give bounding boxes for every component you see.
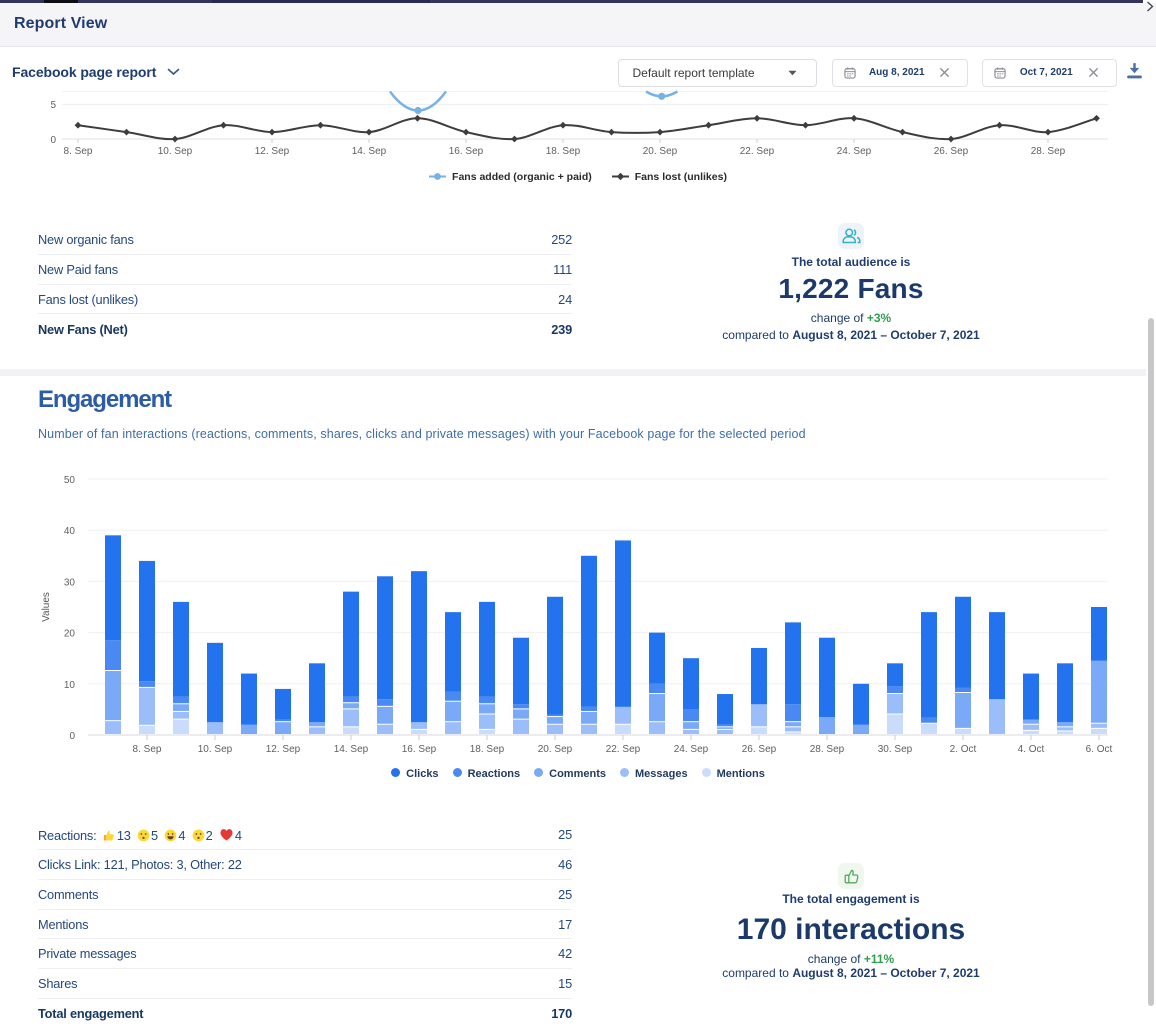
- svg-text:Values: Values: [41, 592, 52, 622]
- svg-text:28. Sep: 28. Sep: [1031, 146, 1066, 157]
- svg-text:24. Sep: 24. Sep: [837, 146, 872, 157]
- svg-text:20: 20: [64, 629, 76, 640]
- svg-text:30: 30: [64, 577, 76, 588]
- svg-text:40: 40: [64, 526, 76, 537]
- svg-text:16. Sep: 16. Sep: [402, 744, 437, 755]
- svg-text:6. Oct: 6. Oct: [1086, 744, 1113, 755]
- svg-text:14. Sep: 14. Sep: [334, 744, 369, 755]
- svg-text:10. Sep: 10. Sep: [198, 744, 233, 755]
- svg-text:22. Sep: 22. Sep: [606, 744, 641, 755]
- svg-text:14. Sep: 14. Sep: [352, 146, 387, 157]
- svg-text:26. Sep: 26. Sep: [934, 146, 969, 157]
- svg-text:22. Sep: 22. Sep: [740, 146, 775, 157]
- svg-text:12. Sep: 12. Sep: [255, 146, 290, 157]
- svg-text:24. Sep: 24. Sep: [674, 744, 709, 755]
- svg-text:26. Sep: 26. Sep: [742, 744, 777, 755]
- svg-text:18. Sep: 18. Sep: [470, 744, 505, 755]
- svg-text:5: 5: [50, 100, 56, 111]
- svg-text:12. Sep: 12. Sep: [266, 744, 301, 755]
- svg-text:8. Sep: 8. Sep: [133, 744, 162, 755]
- svg-text:50: 50: [64, 475, 76, 486]
- svg-text:10. Sep: 10. Sep: [158, 146, 193, 157]
- svg-text:2. Oct: 2. Oct: [950, 744, 977, 755]
- svg-text:20. Sep: 20. Sep: [538, 744, 573, 755]
- svg-text:18. Sep: 18. Sep: [546, 146, 581, 157]
- svg-text:0: 0: [69, 731, 75, 742]
- svg-text:4. Oct: 4. Oct: [1018, 744, 1045, 755]
- svg-text:0: 0: [50, 135, 56, 146]
- svg-text:16. Sep: 16. Sep: [449, 146, 484, 157]
- svg-text:20. Sep: 20. Sep: [643, 146, 678, 157]
- svg-text:28. Sep: 28. Sep: [810, 744, 845, 755]
- svg-text:8. Sep: 8. Sep: [64, 146, 93, 157]
- svg-text:10: 10: [64, 680, 76, 691]
- svg-text:30. Sep: 30. Sep: [878, 744, 913, 755]
